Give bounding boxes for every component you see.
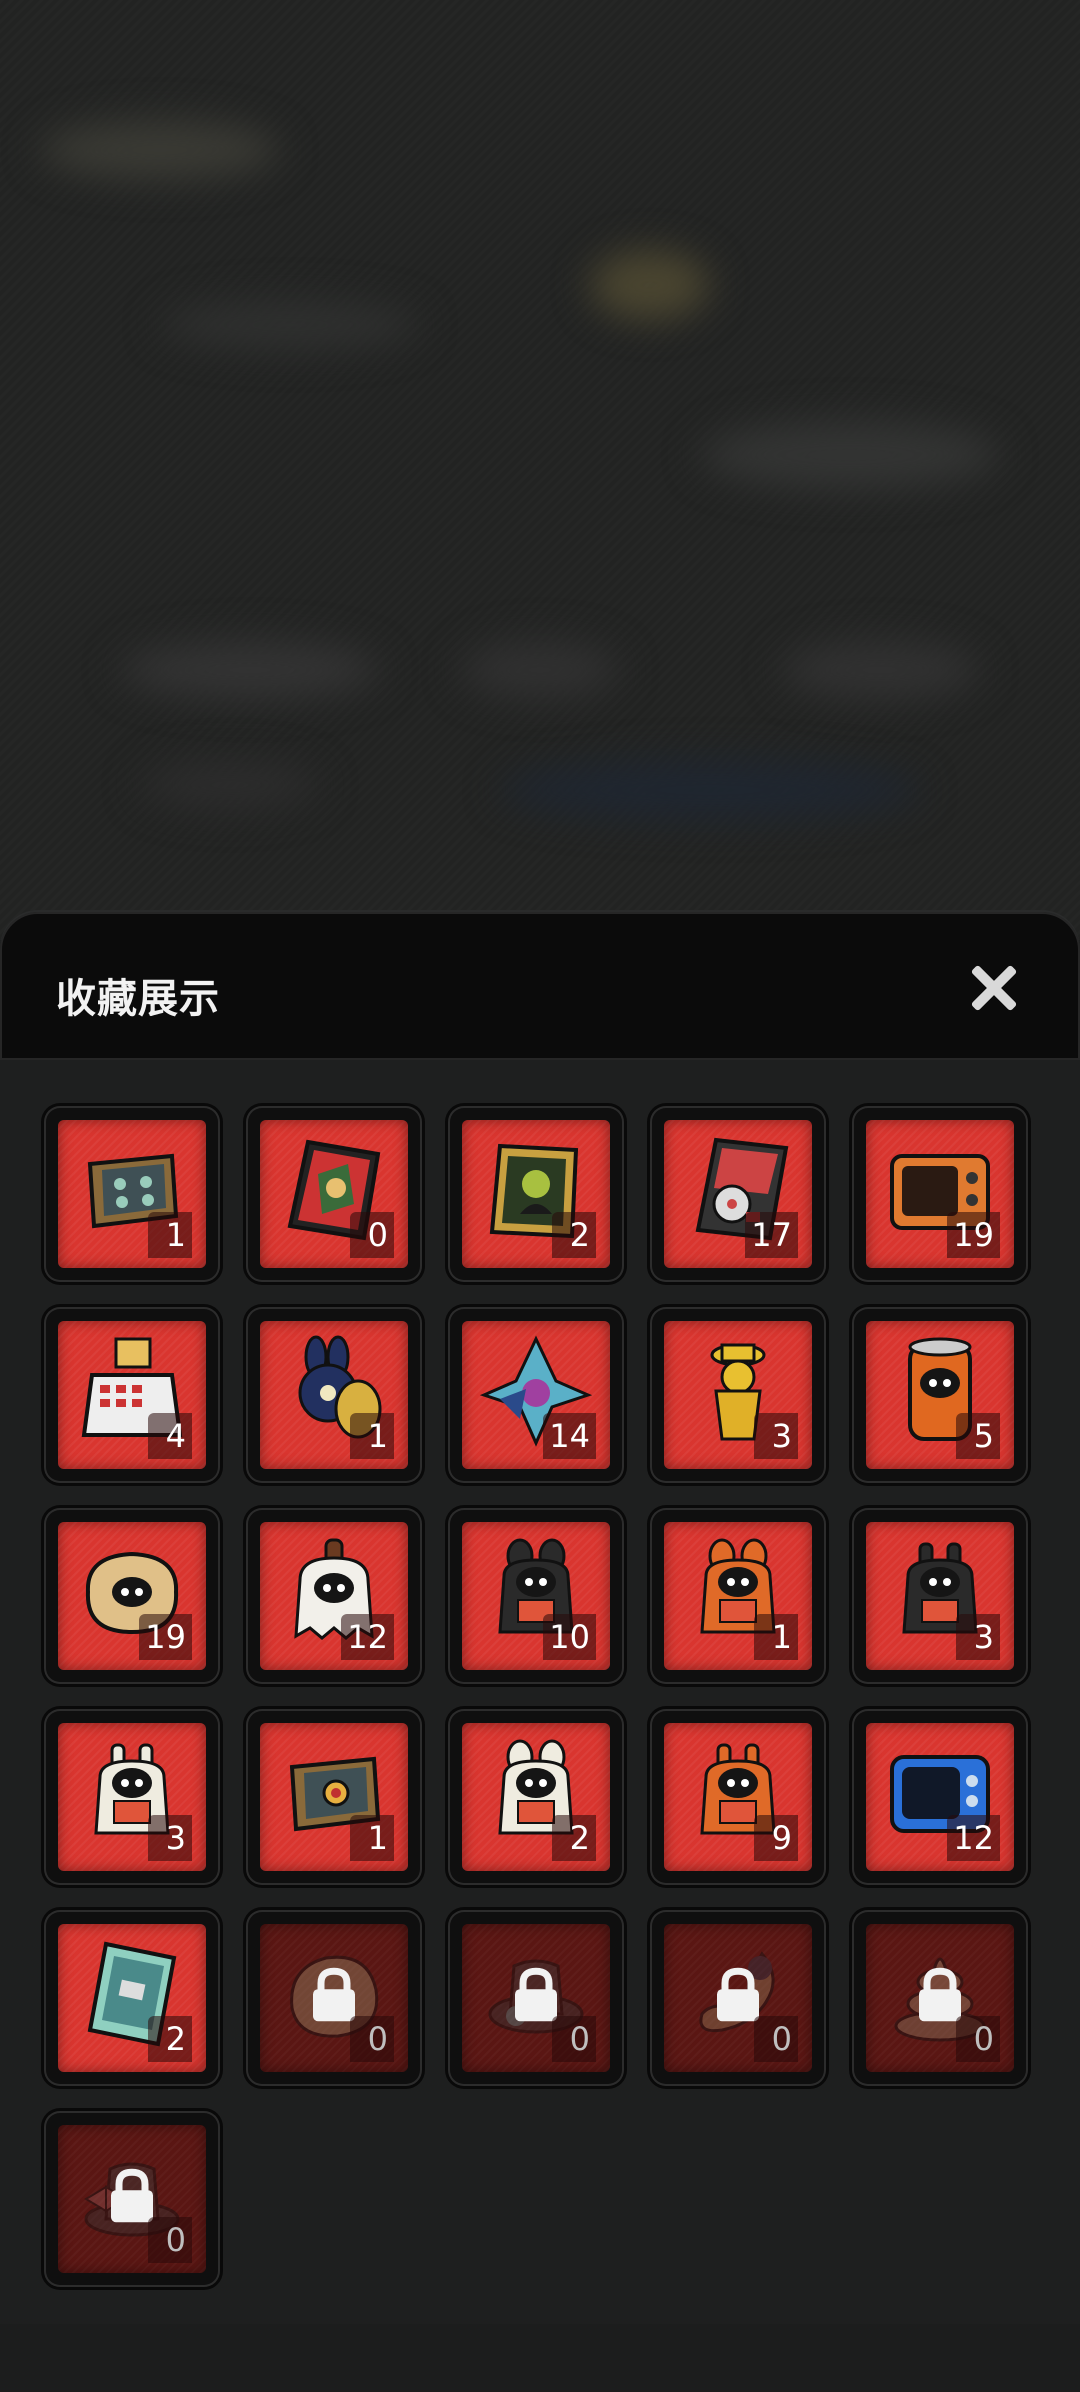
collection-item-slot[interactable]: 0 <box>246 1106 422 1282</box>
item-count: 1 <box>754 1614 798 1660</box>
item-count: 12 <box>947 1815 1000 1861</box>
item-count: 0 <box>350 2016 394 2062</box>
item-background: 0 <box>58 2125 206 2273</box>
item-count: 2 <box>552 1212 596 1258</box>
item-background: 0 <box>866 1924 1014 2072</box>
item-count: 1 <box>148 1212 192 1258</box>
collection-item-slot[interactable]: 3 <box>650 1307 826 1483</box>
item-background: 1 <box>260 1321 408 1469</box>
item-background: 0 <box>260 1120 408 1268</box>
collection-item-slot[interactable]: 1 <box>44 1106 220 1282</box>
item-background: 14 <box>462 1321 610 1469</box>
collection-item-slot[interactable]: 14 <box>448 1307 624 1483</box>
item-background: 17 <box>664 1120 812 1268</box>
item-count: 3 <box>148 1815 192 1861</box>
collection-item-slot[interactable]: 2 <box>448 1106 624 1282</box>
lock-icon <box>919 1967 961 2022</box>
collection-item-slot[interactable]: 10 <box>448 1508 624 1684</box>
lock-icon <box>515 1967 557 2022</box>
collection-item-slot[interactable]: 19 <box>852 1106 1028 1282</box>
item-background: 3 <box>866 1522 1014 1670</box>
lock-icon <box>111 2168 153 2223</box>
item-background: 3 <box>58 1723 206 1871</box>
collection-item-slot[interactable]: 0 <box>44 2111 220 2287</box>
item-background: 1 <box>58 1120 206 1268</box>
item-count: 17 <box>745 1212 798 1258</box>
item-background: 19 <box>58 1522 206 1670</box>
item-count: 0 <box>754 2016 798 2062</box>
item-count: 9 <box>754 1815 798 1861</box>
item-background: 0 <box>462 1924 610 2072</box>
item-count: 0 <box>956 2016 1000 2062</box>
collection-item-slot[interactable]: 3 <box>44 1709 220 1885</box>
item-count: 2 <box>552 1815 596 1861</box>
item-count: 4 <box>148 1413 192 1459</box>
lock-icon <box>717 1967 759 2022</box>
collection-item-slot[interactable]: 0 <box>650 1910 826 2086</box>
item-background: 2 <box>462 1723 610 1871</box>
item-count: 3 <box>956 1614 1000 1660</box>
collection-item-slot[interactable]: 12 <box>852 1709 1028 1885</box>
item-background: 1 <box>260 1723 408 1871</box>
collection-item-slot[interactable]: 12 <box>246 1508 422 1684</box>
item-background: 5 <box>866 1321 1014 1469</box>
collection-panel: 收藏展示 1 0 2 17 19 4 1 14 3 5 19 12 10 1 3 3 1 2 9 12 2 0 0 0 0 0 <box>0 912 1080 2324</box>
item-count: 5 <box>956 1413 1000 1459</box>
collection-item-slot[interactable]: 4 <box>44 1307 220 1483</box>
item-background: 4 <box>58 1321 206 1469</box>
item-background: 3 <box>664 1321 812 1469</box>
collection-item-slot[interactable]: 5 <box>852 1307 1028 1483</box>
item-count: 12 <box>341 1614 394 1660</box>
collection-item-slot[interactable]: 9 <box>650 1709 826 1885</box>
item-count: 14 <box>543 1413 596 1459</box>
collection-item-slot[interactable]: 1 <box>246 1709 422 1885</box>
item-background: 12 <box>866 1723 1014 1871</box>
item-count: 2 <box>148 2016 192 2062</box>
item-count: 0 <box>148 2217 192 2263</box>
collection-item-slot[interactable]: 0 <box>448 1910 624 2086</box>
item-count: 10 <box>543 1614 596 1660</box>
item-background: 12 <box>260 1522 408 1670</box>
item-background: 2 <box>58 1924 206 2072</box>
collection-item-slot[interactable]: 2 <box>44 1910 220 2086</box>
item-count: 1 <box>350 1413 394 1459</box>
item-count: 19 <box>947 1212 1000 1258</box>
item-count: 3 <box>754 1413 798 1459</box>
item-background: 0 <box>664 1924 812 2072</box>
collection-item-slot[interactable]: 0 <box>852 1910 1028 2086</box>
collection-item-slot[interactable]: 0 <box>246 1910 422 2086</box>
collection-item-slot[interactable]: 19 <box>44 1508 220 1684</box>
item-count: 19 <box>139 1614 192 1660</box>
collection-grid: 1 0 2 17 19 4 1 14 3 5 19 12 10 1 3 3 1 2 9 12 2 0 0 0 0 0 <box>0 912 1080 2324</box>
item-background: 10 <box>462 1522 610 1670</box>
item-count: 0 <box>552 2016 596 2062</box>
item-background: 9 <box>664 1723 812 1871</box>
collection-item-slot[interactable]: 1 <box>650 1508 826 1684</box>
collection-item-slot[interactable]: 1 <box>246 1307 422 1483</box>
item-count: 1 <box>350 1815 394 1861</box>
item-background: 0 <box>260 1924 408 2072</box>
collection-item-slot[interactable]: 2 <box>448 1709 624 1885</box>
lock-icon <box>313 1967 355 2022</box>
item-count: 0 <box>350 1212 394 1258</box>
item-background: 1 <box>664 1522 812 1670</box>
item-background: 2 <box>462 1120 610 1268</box>
item-background: 19 <box>866 1120 1014 1268</box>
blurred-background <box>0 0 1080 940</box>
collection-item-slot[interactable]: 3 <box>852 1508 1028 1684</box>
collection-item-slot[interactable]: 17 <box>650 1106 826 1282</box>
